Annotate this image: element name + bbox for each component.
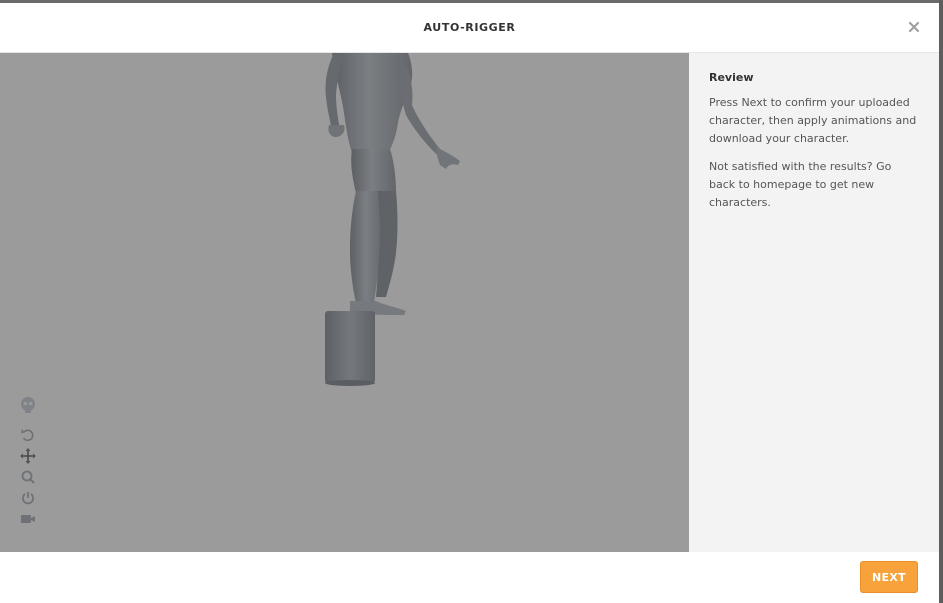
undo-icon[interactable] bbox=[19, 426, 37, 444]
panel-help-text: Not satisfied with the results? Go back … bbox=[709, 160, 892, 209]
skeleton-icon[interactable] bbox=[19, 396, 37, 414]
panel-instructions: Press Next to confirm your uploaded char… bbox=[709, 96, 917, 145]
3d-viewport[interactable] bbox=[0, 53, 689, 552]
power-icon[interactable] bbox=[19, 489, 37, 507]
dialog-header: AUTO-RIGGER bbox=[0, 3, 939, 53]
review-panel: Review Press Next to confirm your upload… bbox=[689, 53, 939, 552]
close-icon[interactable] bbox=[907, 19, 921, 33]
dialog-footer: NEXT bbox=[0, 552, 939, 603]
auto-rigger-dialog: AUTO-RIGGER Review Press Next to confirm… bbox=[0, 0, 943, 603]
next-button[interactable]: NEXT bbox=[860, 561, 918, 593]
character-model[interactable] bbox=[0, 53, 689, 552]
zoom-icon[interactable] bbox=[19, 468, 37, 486]
viewport-toolbar bbox=[19, 396, 39, 531]
camera-icon[interactable] bbox=[19, 510, 37, 528]
background-strip-right bbox=[939, 0, 943, 603]
dialog-title: AUTO-RIGGER bbox=[423, 21, 516, 34]
panel-heading: Review bbox=[709, 71, 754, 84]
move-icon[interactable] bbox=[19, 447, 37, 465]
